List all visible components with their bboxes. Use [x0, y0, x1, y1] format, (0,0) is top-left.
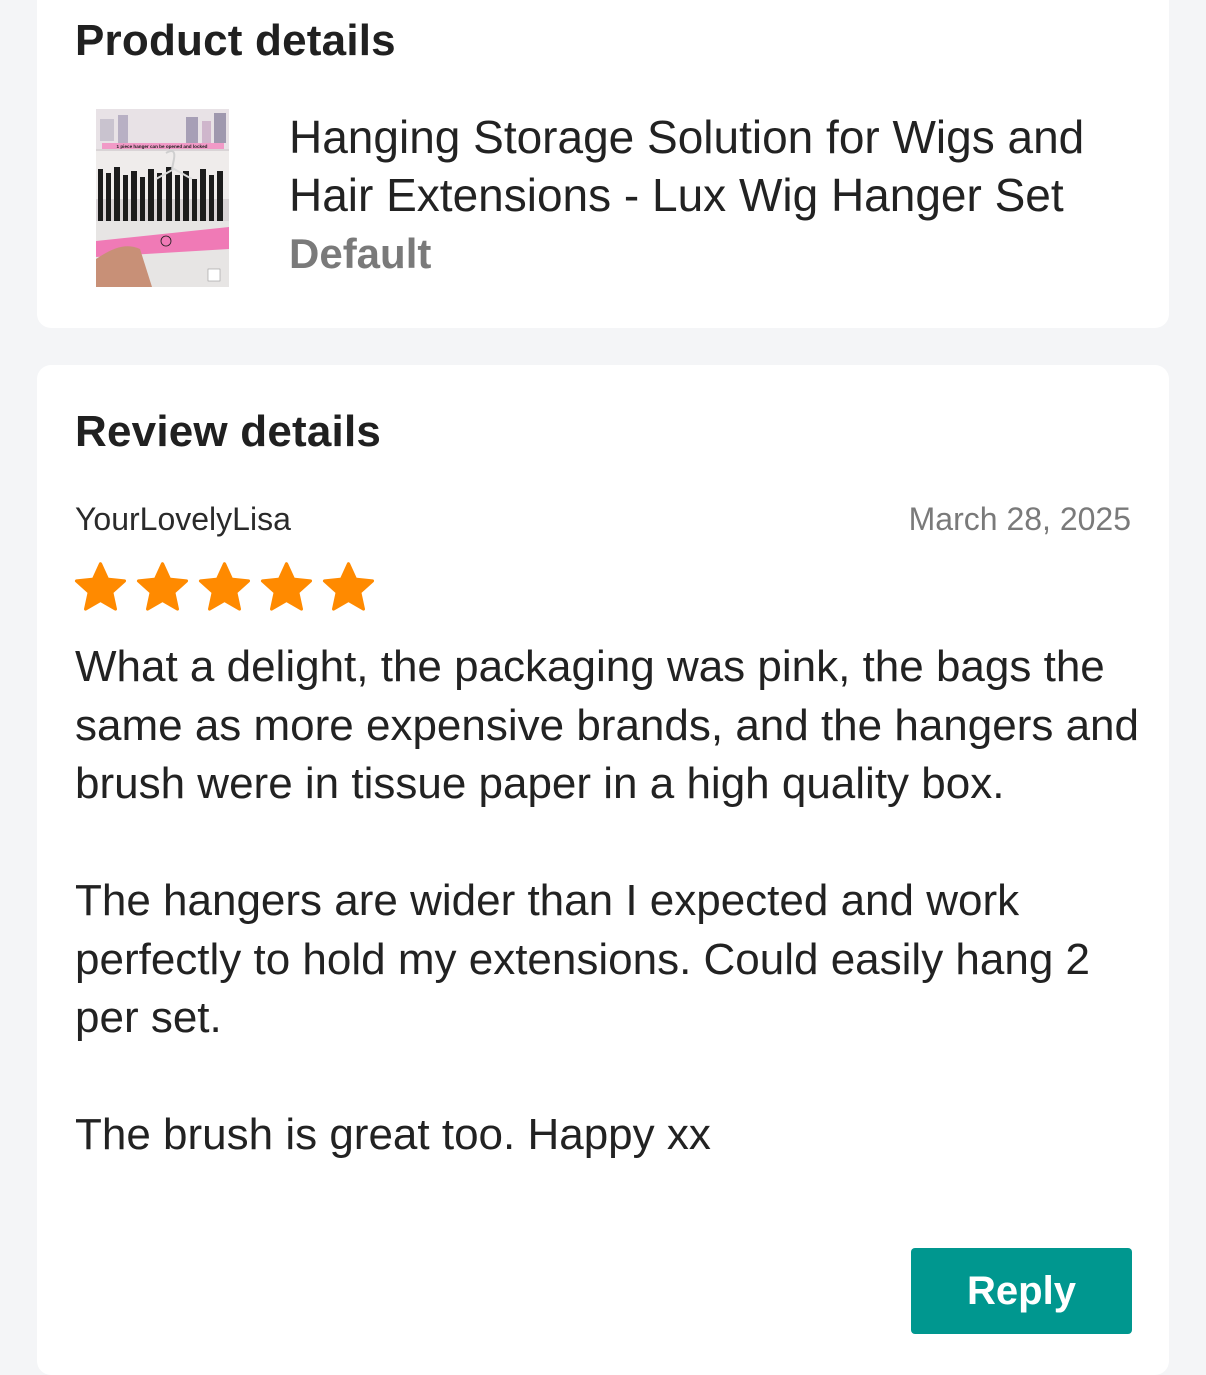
review-details-card: Review details YourLovelyLisa March 28, … — [37, 365, 1169, 1375]
reviewer-name: YourLovelyLisa — [75, 501, 291, 537]
product-variant: Default — [289, 230, 432, 277]
star-icon — [74, 562, 127, 611]
star-rating — [73, 562, 376, 614]
thumbnail-banner-text: 1 piece hanger can be opened and locked — [117, 144, 208, 149]
review-paragraph: What a delight, the packaging was pink, … — [75, 642, 1139, 808]
review-paragraph: The hangers are wider than I expected an… — [75, 876, 1091, 1042]
product-thumbnail-image: 1 piece hanger can be opened and locked — [96, 109, 229, 287]
review-paragraph: The brush is great too. Happy xx — [75, 1110, 711, 1159]
product-name[interactable]: Hanging Storage Solution for Wigs and Ha… — [289, 108, 1149, 224]
reply-button[interactable]: Reply — [911, 1248, 1132, 1334]
review-body: What a delight, the packaging was pink, … — [75, 638, 1145, 1223]
star-icon — [136, 562, 189, 611]
review-details-heading: Review details — [75, 407, 382, 456]
product-details-card: Product details 1 piece hanger can be op… — [37, 0, 1169, 328]
star-icon — [260, 562, 313, 611]
review-date: March 28, 2025 — [908, 501, 1131, 537]
star-icon — [198, 562, 251, 611]
star-icon — [322, 562, 375, 611]
product-details-heading: Product details — [75, 16, 396, 65]
product-info: Hanging Storage Solution for Wigs and Ha… — [289, 108, 1149, 278]
product-thumbnail[interactable]: 1 piece hanger can be opened and locked — [96, 109, 229, 287]
